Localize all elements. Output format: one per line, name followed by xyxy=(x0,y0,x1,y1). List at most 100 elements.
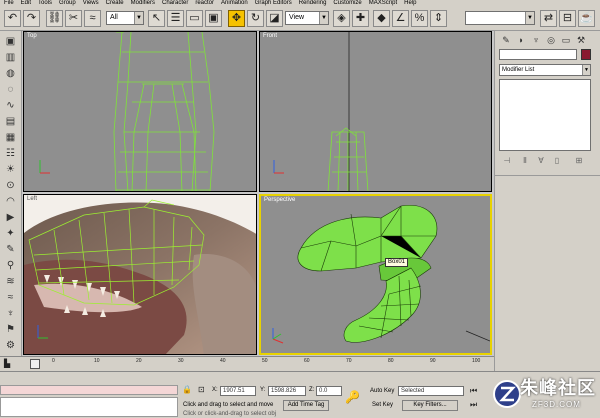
wave-icon[interactable]: ≈ xyxy=(3,291,18,304)
align-icon[interactable]: ⊟ xyxy=(559,10,576,27)
menu-item-character[interactable]: Character xyxy=(162,0,188,7)
spinner-snap-icon[interactable]: ⇕ xyxy=(430,10,447,27)
utility-icon[interactable]: ⚙ xyxy=(3,339,18,352)
make-unique-icon[interactable]: ∀ xyxy=(535,155,547,166)
timeline-tick-label: 0 xyxy=(52,358,55,364)
key-mode-icon[interactable]: ⏭ xyxy=(470,400,477,410)
particle-icon[interactable]: ✦ xyxy=(3,227,18,240)
chevron-down-icon: ▼ xyxy=(525,12,534,24)
hierarchy-tab-icon[interactable]: ♆ xyxy=(529,34,543,46)
window-crossing-icon[interactable]: ▣ xyxy=(205,10,222,27)
select-and-move-icon[interactable]: ✥ xyxy=(228,10,245,27)
helper-icon[interactable]: ⚑ xyxy=(3,323,18,336)
maxscript-mini-listener[interactable] xyxy=(0,385,178,395)
viewport-top[interactable]: Top xyxy=(23,31,257,192)
object-name-field[interactable] xyxy=(499,49,577,60)
angle-snap-icon[interactable]: ∠ xyxy=(392,10,409,27)
add-time-tag-button[interactable]: Add Time Tag xyxy=(283,400,329,411)
display-tab-icon[interactable]: ▭ xyxy=(559,34,573,46)
select-object-icon[interactable]: ↖ xyxy=(148,10,165,27)
pen-icon[interactable]: ✎ xyxy=(3,243,18,256)
hierarchy-icon[interactable]: ♆ xyxy=(3,307,18,320)
absolute-mode-icon[interactable]: ⊡ xyxy=(198,385,205,394)
z-coord-field[interactable]: 0.0 xyxy=(316,386,342,396)
x-coord-field[interactable]: 1907.51 xyxy=(220,386,256,396)
viewport-left[interactable]: Left xyxy=(23,194,257,355)
selection-filter-value: All xyxy=(110,14,118,21)
configure-sets-icon[interactable]: ⊞ xyxy=(573,155,585,166)
region-select-icon[interactable]: ▭ xyxy=(186,10,203,27)
lock-icon[interactable]: 🔒 xyxy=(182,385,192,394)
select-link-icon[interactable]: ⛓ xyxy=(46,10,63,27)
snap-toggle-icon[interactable]: ◆ xyxy=(373,10,390,27)
pivot-center-icon[interactable]: ◈ xyxy=(333,10,350,27)
menu-item-views[interactable]: Views xyxy=(83,0,99,7)
menu-item-tools[interactable]: Tools xyxy=(38,0,52,7)
object-color-swatch[interactable] xyxy=(581,49,591,60)
bone-icon[interactable]: ⚲ xyxy=(3,259,18,272)
spline-icon[interactable]: ∿ xyxy=(3,99,18,112)
select-and-rotate-icon[interactable]: ↻ xyxy=(247,10,264,27)
select-by-name-icon[interactable]: ☰ xyxy=(167,10,184,27)
named-selection-sets-dropdown[interactable]: ▼ xyxy=(465,11,535,25)
viewport-label-left[interactable]: Left xyxy=(27,196,37,202)
menu-item-group[interactable]: Group xyxy=(59,0,76,7)
sphere-icon[interactable]: ◍ xyxy=(3,67,18,80)
unlink-icon[interactable]: ✂ xyxy=(65,10,82,27)
y-coord-field[interactable]: 1598.826 xyxy=(268,386,306,396)
undo-icon[interactable]: ↶ xyxy=(4,10,21,27)
menu-item-graph-editors[interactable]: Graph Editors xyxy=(255,0,292,7)
timeline[interactable]: ▙ 0 10 20 30 40 50 60 70 80 90 100 xyxy=(0,356,494,371)
viewport-front[interactable]: Front xyxy=(259,31,492,192)
menu-item-help[interactable]: Help xyxy=(404,0,416,7)
utilities-tab-icon[interactable]: ⚒ xyxy=(574,34,588,46)
menu-item-create[interactable]: Create xyxy=(106,0,124,7)
time-slider-thumb[interactable] xyxy=(30,359,40,369)
show-end-result-icon[interactable]: Ⅱ xyxy=(519,155,531,166)
set-key-button[interactable]: Set Key xyxy=(372,402,393,408)
modifier-list-dropdown[interactable]: Modifier List ▼ xyxy=(499,64,591,76)
percent-snap-icon[interactable]: % xyxy=(411,10,428,27)
cylinder-icon[interactable]: ▥ xyxy=(3,51,18,64)
maxscript-output[interactable] xyxy=(0,397,178,417)
manipulate-icon[interactable]: ✚ xyxy=(352,10,369,27)
bind-space-warp-icon[interactable]: ≈ xyxy=(84,10,101,27)
menu-item-reactor[interactable]: reactor xyxy=(195,0,214,7)
trackbar-toggle-icon[interactable]: ▙ xyxy=(4,359,10,368)
select-and-scale-icon[interactable]: ◪ xyxy=(266,10,283,27)
extrude-icon[interactable]: ▤ xyxy=(3,115,18,128)
create-tab-icon[interactable]: ✎ xyxy=(499,34,513,46)
go-to-start-icon[interactable]: ⏮ xyxy=(470,386,477,396)
key-filters-button[interactable]: Key Filters... xyxy=(402,400,458,411)
menu-item-animation[interactable]: Animation xyxy=(221,0,248,7)
mirror-icon[interactable]: ⇄ xyxy=(540,10,557,27)
pin-stack-icon[interactable]: ⊣ xyxy=(501,155,513,166)
key-icon[interactable]: 🔑 xyxy=(345,390,360,404)
modifier-stack[interactable] xyxy=(499,79,591,151)
box-icon[interactable]: ▣ xyxy=(3,35,18,48)
redo-icon[interactable]: ↷ xyxy=(23,10,40,27)
menu-item-modifiers[interactable]: Modifiers xyxy=(131,0,155,7)
render-icon[interactable]: ☕ xyxy=(578,10,595,27)
menu-item-file[interactable]: File xyxy=(4,0,14,7)
auto-key-button[interactable]: Auto Key xyxy=(370,388,394,394)
menu-item-rendering[interactable]: Rendering xyxy=(299,0,327,7)
stack-icon[interactable]: ☷ xyxy=(3,147,18,160)
key-selection-dropdown[interactable]: Selected xyxy=(398,386,464,396)
remove-modifier-icon[interactable]: ▯ xyxy=(551,155,563,166)
menu-item-edit[interactable]: Edit xyxy=(21,0,31,7)
modify-tab-icon[interactable]: ◗ xyxy=(514,34,528,46)
tube-icon[interactable]: ⊙ xyxy=(3,179,18,192)
light-icon[interactable]: ☀ xyxy=(3,163,18,176)
menu-item-customize[interactable]: Customize xyxy=(333,0,361,7)
camera-icon[interactable]: ▶ xyxy=(3,211,18,224)
menu-item-maxscript[interactable]: MAXScript xyxy=(369,0,397,7)
motion-tab-icon[interactable]: ◎ xyxy=(544,34,558,46)
geosphere-icon[interactable]: ◌ xyxy=(3,83,18,96)
mesh-icon[interactable]: ▦ xyxy=(3,131,18,144)
lathe-icon[interactable]: ◠ xyxy=(3,195,18,208)
viewport-perspective[interactable]: Perspective Box01 xyxy=(259,194,492,355)
selection-filter-dropdown[interactable]: All ▼ xyxy=(106,11,144,25)
reference-coord-dropdown[interactable]: View ▼ xyxy=(285,11,329,25)
ripple-icon[interactable]: ≋ xyxy=(3,275,18,288)
